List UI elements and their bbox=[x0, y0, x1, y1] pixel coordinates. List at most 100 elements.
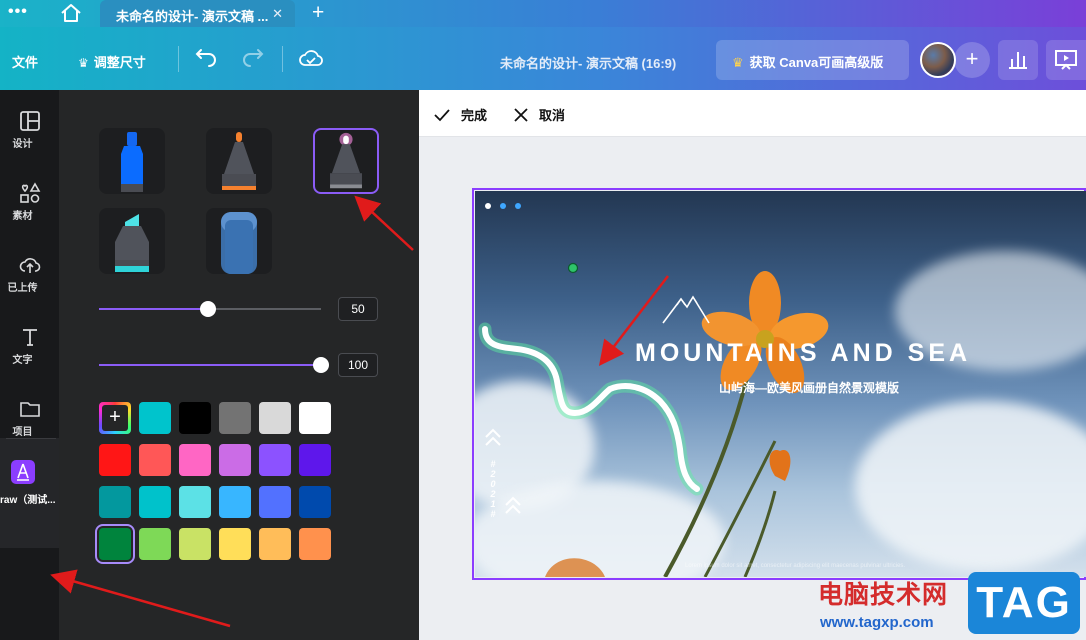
cloud-saved-icon[interactable] bbox=[298, 47, 324, 71]
size-value-field[interactable]: 50 bbox=[338, 297, 378, 321]
color-swatch[interactable] bbox=[179, 402, 211, 434]
eraser-button[interactable] bbox=[206, 208, 272, 274]
upgrade-label: 获取 Canva可画高级版 bbox=[749, 55, 884, 70]
sidebar-item-label: 文字 bbox=[12, 355, 33, 366]
size-slider-handle[interactable] bbox=[200, 301, 216, 317]
watermark-badge: TAG bbox=[968, 572, 1080, 634]
new-tab-button[interactable]: + bbox=[312, 1, 324, 25]
done-button[interactable]: 完成 bbox=[433, 105, 487, 124]
undo-icon[interactable] bbox=[193, 47, 219, 71]
sidebar-item-elements[interactable]: 素材 bbox=[0, 170, 59, 230]
layout-icon bbox=[19, 111, 40, 131]
text-icon bbox=[22, 329, 37, 346]
marker-pen-button[interactable] bbox=[99, 128, 165, 194]
tab-title: 未命名的设计- 演示文稿 ... bbox=[116, 9, 269, 24]
done-label: 完成 bbox=[461, 108, 488, 123]
marker-pen-icon bbox=[121, 132, 143, 192]
tab-document[interactable]: 未命名的设计- 演示文稿 ... ✕ bbox=[100, 0, 295, 27]
cancel-label: 取消 bbox=[539, 108, 566, 123]
color-swatch[interactable] bbox=[139, 402, 171, 434]
glow-pen-icon bbox=[330, 132, 362, 189]
draw-app-icon[interactable] bbox=[11, 460, 35, 484]
color-swatch[interactable] bbox=[179, 444, 211, 476]
folder-icon bbox=[19, 402, 40, 417]
color-swatch[interactable] bbox=[139, 486, 171, 518]
glow-pen-button[interactable] bbox=[313, 128, 379, 194]
color-swatch[interactable] bbox=[139, 528, 171, 560]
color-swatch[interactable] bbox=[299, 486, 331, 518]
sidebar-item-design[interactable]: 设计 bbox=[0, 98, 59, 158]
color-swatch[interactable] bbox=[179, 486, 211, 518]
color-swatch[interactable] bbox=[259, 444, 291, 476]
upgrade-button[interactable]: ♛ 获取 Canva可画高级版 bbox=[716, 40, 909, 80]
color-swatch[interactable] bbox=[139, 444, 171, 476]
draw-app-label[interactable]: raw（测试... bbox=[0, 491, 56, 506]
sidebar-item-label: 项目 bbox=[12, 427, 33, 438]
crown-icon: ♛ bbox=[78, 56, 89, 70]
opacity-slider-handle[interactable] bbox=[313, 357, 329, 373]
plus-icon: + bbox=[102, 405, 128, 431]
opacity-slider-fill bbox=[99, 364, 321, 366]
file-menu-button[interactable]: 文件 bbox=[12, 52, 38, 71]
size-slider-fill bbox=[99, 308, 208, 310]
highlighter-pen-button[interactable] bbox=[99, 208, 165, 274]
color-swatch[interactable] bbox=[179, 528, 211, 560]
left-sidebar: 设计 素材 已上传 文字 项目 应用 bbox=[0, 90, 59, 640]
color-swatch[interactable] bbox=[259, 528, 291, 560]
sidebar-divider bbox=[6, 438, 56, 439]
add-color-button[interactable]: + bbox=[99, 402, 131, 434]
close-icon bbox=[514, 108, 528, 122]
sidebar-item-label: 素材 bbox=[12, 211, 33, 222]
slide-canvas[interactable]: MOUNTAINS AND SEA 山屿海—欧美风画册自然景观模版 #2 0 2 1 #… bbox=[475, 191, 1086, 577]
color-swatch[interactable] bbox=[99, 486, 131, 518]
sidebar-item-uploads[interactable]: 已上传 bbox=[0, 242, 59, 302]
color-swatch[interactable] bbox=[299, 402, 331, 434]
fine-pen-icon bbox=[222, 132, 256, 190]
color-swatch[interactable] bbox=[99, 444, 131, 476]
sidebar-item-label: 设计 bbox=[12, 139, 33, 150]
color-swatch[interactable] bbox=[219, 486, 251, 518]
insights-button[interactable] bbox=[998, 40, 1038, 80]
present-icon bbox=[1055, 50, 1077, 70]
editor-toolbar: 文件 ♛ 调整尺寸 未命名的设计- 演示文稿 (16:9) ♛ 获取 Canva可画… bbox=[0, 27, 1086, 90]
color-swatch[interactable] bbox=[299, 444, 331, 476]
draw-panel: 50 100 + bbox=[59, 90, 419, 640]
highlighter-pen-icon bbox=[115, 214, 149, 272]
bar-chart-icon bbox=[1009, 52, 1027, 69]
color-swatch[interactable] bbox=[299, 528, 331, 560]
resize-button[interactable]: ♛ 调整尺寸 bbox=[78, 52, 146, 71]
redo-icon[interactable] bbox=[240, 47, 266, 71]
color-swatch[interactable] bbox=[259, 486, 291, 518]
shapes-icon bbox=[19, 182, 40, 203]
color-swatch[interactable] bbox=[219, 444, 251, 476]
close-tab-icon[interactable]: ✕ bbox=[272, 6, 283, 22]
resize-label: 调整尺寸 bbox=[93, 55, 146, 70]
toolbar-divider bbox=[178, 46, 179, 72]
sidebar-item-projects[interactable]: 项目 bbox=[0, 386, 59, 446]
drawn-stroke[interactable] bbox=[475, 191, 1086, 577]
cloud-upload-icon bbox=[19, 258, 40, 273]
color-swatch[interactable] bbox=[259, 402, 291, 434]
avatar[interactable] bbox=[920, 42, 956, 78]
watermark-site-name: 电脑技术网 bbox=[818, 581, 949, 609]
eraser-icon bbox=[221, 212, 257, 274]
color-swatch[interactable] bbox=[219, 402, 251, 434]
check-icon bbox=[434, 109, 450, 122]
home-icon[interactable] bbox=[58, 2, 84, 24]
fine-pen-button[interactable] bbox=[206, 128, 272, 194]
sidebar-item-text[interactable]: 文字 bbox=[0, 314, 59, 374]
draw-action-bar: 完成 取消 bbox=[419, 90, 1086, 137]
add-member-button[interactable]: + bbox=[954, 42, 990, 78]
crown-icon: ♛ bbox=[732, 55, 744, 70]
document-title[interactable]: 未命名的设计- 演示文稿 (16:9) bbox=[500, 53, 676, 72]
browser-tab-bar: ••• 未命名的设计- 演示文稿 ... ✕ + bbox=[0, 0, 1086, 27]
color-swatch[interactable] bbox=[95, 524, 135, 564]
watermark-url: www.tagxp.com bbox=[820, 614, 934, 631]
sidebar-item-label: 已上传 bbox=[7, 283, 38, 294]
menu-dots-icon[interactable]: ••• bbox=[8, 3, 28, 21]
color-swatch[interactable] bbox=[219, 528, 251, 560]
toolbar-divider bbox=[282, 46, 283, 72]
present-button[interactable] bbox=[1046, 40, 1086, 80]
opacity-value-field[interactable]: 100 bbox=[338, 353, 378, 377]
cancel-button[interactable]: 取消 bbox=[513, 105, 565, 124]
